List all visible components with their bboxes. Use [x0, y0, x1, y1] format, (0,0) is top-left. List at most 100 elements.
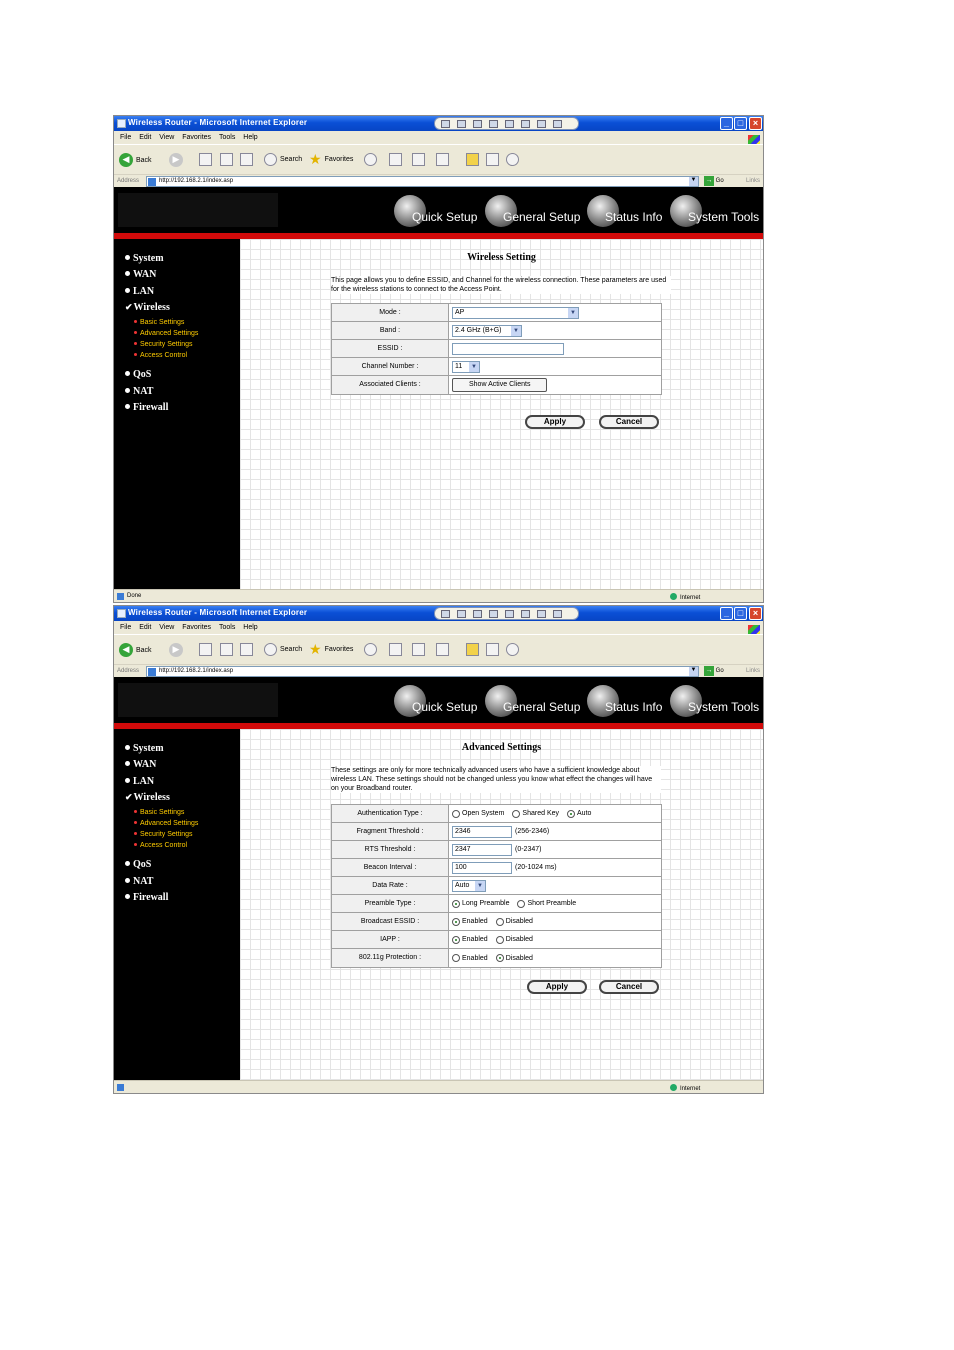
sidebar-item-lan[interactable]: LAN — [125, 286, 154, 297]
chevron-down-icon[interactable]: ▼ — [689, 177, 698, 186]
menu-view[interactable]: View — [159, 134, 174, 141]
nav-quick-setup[interactable]: Quick Setup — [394, 685, 477, 717]
toolbar-icon[interactable] — [521, 610, 530, 618]
sidebar-subitem-advanced-settings[interactable]: Advanced Settings — [134, 330, 198, 337]
menu-favorites[interactable]: Favorites — [182, 624, 211, 631]
toolbar-icon[interactable] — [505, 120, 514, 128]
iapp-enabled-radio[interactable]: Enabled — [452, 935, 488, 944]
mode-select[interactable]: AP ▼ — [452, 306, 579, 319]
go-button[interactable]: → Go — [704, 666, 724, 676]
broadcast-essid-disabled-radio[interactable]: Disabled — [495, 917, 533, 926]
show-active-clients-button[interactable]: Show Active Clients — [452, 378, 548, 392]
stop-button[interactable] — [199, 153, 212, 166]
protection-enabled-radio[interactable]: Enabled — [452, 954, 488, 962]
sidebar-item-wireless[interactable]: ✔Wireless — [125, 792, 170, 803]
print-button[interactable] — [412, 153, 425, 166]
links-button[interactable]: Links — [746, 668, 760, 674]
toolbar-icon[interactable] — [457, 610, 466, 618]
close-button[interactable]: × — [749, 117, 762, 130]
menu-file[interactable]: File — [120, 134, 131, 141]
edit-button[interactable] — [436, 643, 449, 656]
nav-general-setup[interactable]: General Setup — [485, 685, 580, 717]
favorites-button[interactable]: ★ Favorites — [309, 152, 353, 166]
favorites-button[interactable]: ★ Favorites — [309, 642, 353, 656]
apply-button[interactable]: Apply — [525, 415, 585, 429]
nav-system-tools[interactable]: System Tools — [670, 685, 759, 717]
data-rate-select[interactable]: Auto ▼ — [452, 879, 486, 892]
maximize-button[interactable]: □ — [734, 607, 747, 620]
sidebar-item-system[interactable]: System — [125, 743, 164, 754]
messenger-button[interactable] — [506, 643, 519, 656]
toolbar-icon[interactable] — [441, 610, 450, 618]
toolbar-icon[interactable] — [473, 610, 482, 618]
sidebar-subitem-access-control[interactable]: Access Control — [134, 842, 187, 849]
forward-button[interactable]: ▶ — [169, 153, 183, 167]
refresh-button[interactable] — [220, 153, 233, 166]
sidebar-item-wan[interactable]: WAN — [125, 759, 156, 770]
research-button[interactable] — [486, 153, 499, 166]
toolbar-icon[interactable] — [441, 120, 450, 128]
sidebar-subitem-basic-settings[interactable]: Basic Settings — [134, 809, 184, 816]
protection-disabled-radio[interactable]: Disabled — [495, 954, 533, 962]
toolbar-icon[interactable] — [489, 120, 498, 128]
home-button[interactable] — [240, 153, 253, 166]
address-input[interactable]: http://192.168.2.1/index.asp ▼ — [146, 666, 699, 677]
history-button[interactable] — [364, 153, 377, 166]
menu-tools[interactable]: Tools — [219, 624, 235, 631]
minimize-button[interactable]: _ — [720, 607, 733, 620]
toolbar-icon[interactable] — [553, 610, 562, 618]
nav-status-info[interactable]: Status Info — [587, 195, 662, 227]
search-button[interactable]: Search — [264, 153, 302, 166]
toolbar-icon[interactable] — [505, 610, 514, 618]
toolbar-icon[interactable] — [457, 120, 466, 128]
toolbar-icon[interactable] — [521, 120, 530, 128]
sidebar-item-qos[interactable]: QoS — [125, 859, 151, 870]
menu-help[interactable]: Help — [243, 624, 257, 631]
refresh-button[interactable] — [220, 643, 233, 656]
sidebar-item-firewall[interactable]: Firewall — [125, 892, 168, 903]
beacon-interval-input[interactable]: 100 — [452, 861, 512, 874]
back-button[interactable]: ◀ Back — [119, 153, 152, 167]
sidebar-item-nat[interactable]: NAT — [125, 386, 153, 397]
sidebar-subitem-basic-settings[interactable]: Basic Settings — [134, 319, 184, 326]
print-button[interactable] — [412, 643, 425, 656]
nav-system-tools[interactable]: System Tools — [670, 195, 759, 227]
nav-quick-setup[interactable]: Quick Setup — [394, 195, 477, 227]
messenger-button[interactable] — [506, 153, 519, 166]
maximize-button[interactable]: □ — [734, 117, 747, 130]
mail-button[interactable] — [389, 153, 402, 166]
folder-button[interactable] — [466, 153, 479, 166]
toolbar-icon[interactable] — [489, 610, 498, 618]
toolbar-icon[interactable] — [537, 120, 546, 128]
sidebar-item-wireless[interactable]: ✔Wireless — [125, 302, 170, 313]
stop-button[interactable] — [199, 643, 212, 656]
menu-file[interactable]: File — [120, 624, 131, 631]
sidebar-item-wan[interactable]: WAN — [125, 269, 156, 280]
folder-button[interactable] — [466, 643, 479, 656]
cancel-button[interactable]: Cancel — [599, 980, 659, 994]
band-select[interactable]: 2.4 GHz (B+G) ▼ — [452, 324, 522, 337]
mail-button[interactable] — [389, 643, 402, 656]
sidebar-subitem-advanced-settings[interactable]: Advanced Settings — [134, 820, 198, 827]
sidebar-item-lan[interactable]: LAN — [125, 776, 154, 787]
sidebar-subitem-access-control[interactable]: Access Control — [134, 352, 187, 359]
menu-tools[interactable]: Tools — [219, 134, 235, 141]
menu-view[interactable]: View — [159, 624, 174, 631]
forward-button[interactable]: ▶ — [169, 643, 183, 657]
chevron-down-icon[interactable]: ▼ — [689, 667, 698, 676]
preamble-short-radio[interactable]: Short Preamble — [517, 899, 576, 908]
research-button[interactable] — [486, 643, 499, 656]
essid-input[interactable] — [452, 342, 564, 355]
history-button[interactable] — [364, 643, 377, 656]
toolbar-icon[interactable] — [553, 120, 562, 128]
close-button[interactable]: × — [749, 607, 762, 620]
sidebar-item-system[interactable]: System — [125, 253, 164, 264]
search-button[interactable]: Search — [264, 643, 302, 656]
menu-edit[interactable]: Edit — [139, 134, 151, 141]
sidebar-item-qos[interactable]: QoS — [125, 369, 151, 380]
menu-favorites[interactable]: Favorites — [182, 134, 211, 141]
menu-help[interactable]: Help — [243, 134, 257, 141]
nav-status-info[interactable]: Status Info — [587, 685, 662, 717]
back-button[interactable]: ◀ Back — [119, 643, 152, 657]
broadcast-essid-enabled-radio[interactable]: Enabled — [452, 917, 488, 926]
